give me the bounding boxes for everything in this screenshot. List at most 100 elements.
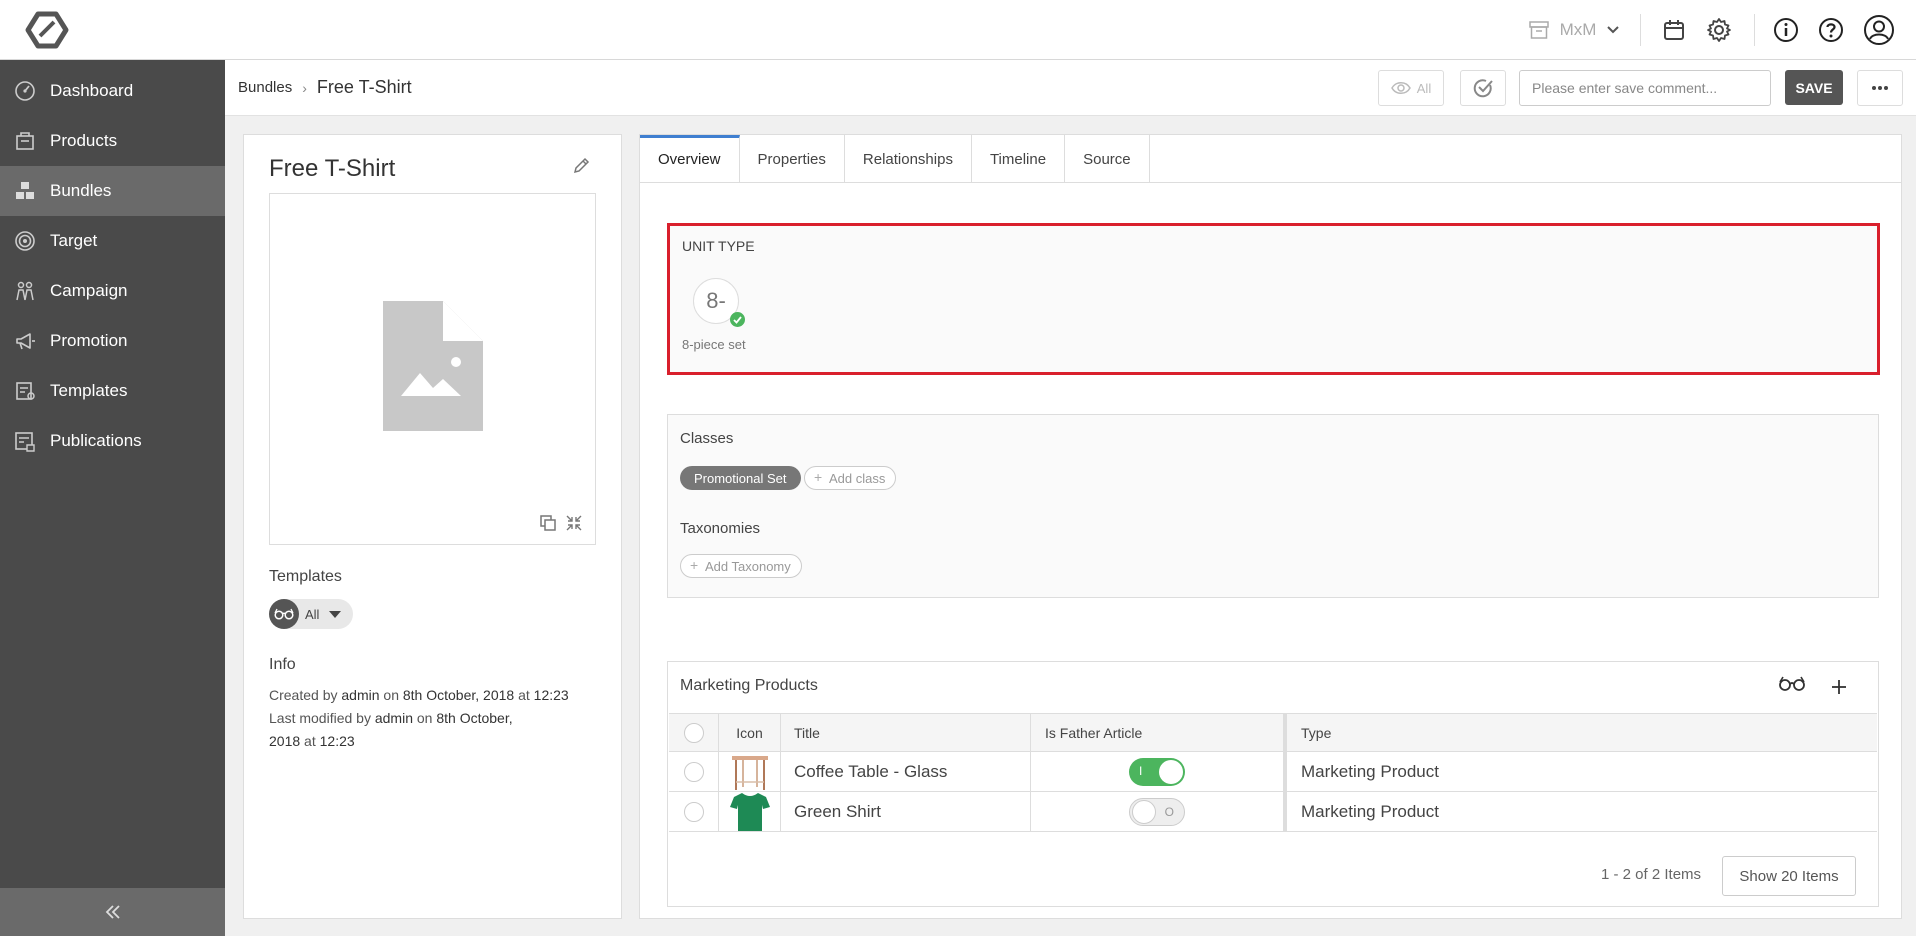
- column-header-type[interactable]: Type: [1284, 714, 1877, 751]
- created-on-word: on: [383, 687, 399, 703]
- pagination-summary: 1 - 2 of 2 Items: [1601, 866, 1702, 883]
- tab-properties[interactable]: Properties: [740, 135, 845, 183]
- sidebar-item-label: Campaign: [50, 281, 128, 300]
- tab-overview[interactable]: Overview: [640, 135, 740, 183]
- bundles-icon: [14, 180, 36, 202]
- archive-box-icon: [1528, 19, 1550, 41]
- topbar-divider: [1754, 14, 1755, 46]
- column-header-is-father[interactable]: Is Father Article: [1031, 714, 1284, 751]
- is-father-toggle[interactable]: I: [1129, 757, 1185, 786]
- sidebar-item-label: Publications: [50, 431, 142, 450]
- gear-icon[interactable]: [1703, 14, 1735, 46]
- sidebar-item-target[interactable]: Target: [0, 216, 225, 266]
- validate-button[interactable]: [1460, 70, 1506, 106]
- row-title[interactable]: Coffee Table - Glass: [781, 752, 1031, 791]
- tab-relationships[interactable]: Relationships: [845, 135, 972, 183]
- top-bar: MxM: [0, 0, 1916, 60]
- sidebar-item-campaign[interactable]: Campaign: [0, 266, 225, 316]
- sidebar-item-products[interactable]: Products: [0, 116, 225, 166]
- info-details: Created by admin on 8th October, 2018 at…: [269, 684, 569, 753]
- sidebar-item-templates[interactable]: Templates: [0, 366, 225, 416]
- table-row[interactable]: Coffee Table - Glass I Marketing Product: [669, 752, 1877, 792]
- bundle-summary-panel: Free T-Shirt Templates All Info Created …: [243, 134, 622, 919]
- row-checkbox[interactable]: [683, 801, 704, 822]
- templates-filter-label: All: [305, 606, 320, 622]
- topbar-divider: [1640, 14, 1641, 46]
- view-all-label: All: [1416, 80, 1432, 96]
- save-button[interactable]: SAVE: [1785, 70, 1843, 105]
- breadcrumb-bundles-link[interactable]: Bundles: [238, 79, 292, 96]
- modified-prefix: Last modified by: [269, 710, 371, 726]
- classes-heading: Classes: [680, 430, 734, 447]
- sidebar-item-promotion[interactable]: Promotion: [0, 316, 225, 366]
- detail-tabs: Overview Properties Relationships Timeli…: [640, 135, 1901, 183]
- row-checkbox[interactable]: [683, 761, 704, 782]
- sidebar-item-label: Templates: [50, 381, 128, 400]
- coffee-table-thumbnail: [719, 752, 781, 791]
- more-options-button[interactable]: [1857, 70, 1903, 106]
- pencil-edit-icon[interactable]: [572, 157, 590, 175]
- chevron-down-icon: [1606, 25, 1620, 35]
- ellipsis-icon: [1871, 85, 1889, 91]
- row-type: Marketing Product: [1284, 752, 1877, 791]
- help-icon[interactable]: [1815, 14, 1847, 46]
- modified-date: 8th October,: [436, 710, 513, 726]
- collapse-sidebar-button[interactable]: [0, 888, 225, 936]
- image-gallery-icon[interactable]: [539, 514, 557, 532]
- modified-on-word: on: [416, 710, 433, 726]
- products-icon: [14, 130, 36, 152]
- classes-section: Classes Promotional Set Add class Taxono…: [667, 414, 1879, 598]
- created-at-word: at: [518, 687, 530, 703]
- row-title[interactable]: Green Shirt: [781, 792, 1031, 831]
- dashboard-icon: [14, 80, 36, 102]
- info-icon[interactable]: [1770, 14, 1802, 46]
- created-prefix: Created by: [269, 687, 338, 703]
- campaign-icon: [14, 280, 36, 302]
- megaphone-icon: [14, 330, 36, 352]
- marketing-products-table: Icon Title Is Father Article Type Coffee…: [669, 713, 1877, 832]
- caret-down-icon: [329, 610, 342, 618]
- table-header-row: Icon Title Is Father Article Type: [669, 714, 1877, 752]
- select-all-checkbox[interactable]: [683, 722, 704, 743]
- app-logo-icon[interactable]: [24, 10, 70, 50]
- column-header-title[interactable]: Title: [781, 714, 1031, 751]
- class-tag[interactable]: Promotional Set: [680, 466, 801, 490]
- collapse-arrows-icon[interactable]: [565, 514, 583, 532]
- taxonomies-heading: Taxonomies: [680, 520, 761, 537]
- sidebar-item-publications[interactable]: Publications: [0, 416, 225, 466]
- sidebar-item-label: Bundles: [50, 181, 112, 200]
- sidebar-item-label: Target: [50, 231, 98, 250]
- view-all-button[interactable]: All: [1378, 70, 1444, 106]
- calendar-box-icon[interactable]: [1658, 14, 1690, 46]
- breadcrumb-separator: ›: [302, 79, 307, 96]
- bundle-detail-panel: Overview Properties Relationships Timeli…: [639, 134, 1902, 919]
- show-items-button[interactable]: Show 20 Items: [1722, 856, 1856, 896]
- bundle-image-area[interactable]: [269, 193, 596, 545]
- toggle-label: O: [1164, 804, 1174, 819]
- save-comment-input[interactable]: [1519, 70, 1771, 106]
- add-class-button[interactable]: Add class: [804, 466, 897, 490]
- user-avatar-icon[interactable]: [1862, 14, 1896, 46]
- plus-icon[interactable]: [1831, 679, 1847, 695]
- sidebar-item-label: Promotion: [50, 331, 128, 350]
- publications-icon: [14, 430, 36, 452]
- tab-timeline[interactable]: Timeline: [972, 135, 1066, 183]
- tab-source[interactable]: Source: [1065, 135, 1150, 183]
- glasses-icon[interactable]: [1779, 676, 1805, 692]
- add-taxonomy-button[interactable]: Add Taxonomy: [680, 554, 802, 578]
- sub-header: Bundles › Free T-Shirt All SAVE: [225, 60, 1916, 116]
- marketing-products-section: Marketing Products Icon Title Is Father …: [667, 661, 1879, 907]
- is-father-toggle[interactable]: O: [1129, 797, 1185, 826]
- breadcrumb-current: Free T-Shirt: [316, 77, 412, 97]
- toggle-label: I: [1139, 763, 1143, 778]
- templates-icon: [14, 380, 36, 402]
- column-header-icon[interactable]: Icon: [719, 714, 781, 751]
- created-date: 8th October, 2018: [402, 687, 515, 703]
- table-row[interactable]: Green Shirt O Marketing Product: [669, 792, 1877, 832]
- sidebar-item-dashboard[interactable]: Dashboard: [0, 66, 225, 116]
- templates-filter-dropdown[interactable]: All: [269, 599, 353, 629]
- target-icon: [14, 230, 36, 252]
- org-switcher[interactable]: MxM: [1524, 14, 1624, 46]
- info-heading: Info: [269, 656, 296, 673]
- sidebar-item-bundles[interactable]: Bundles: [0, 166, 225, 216]
